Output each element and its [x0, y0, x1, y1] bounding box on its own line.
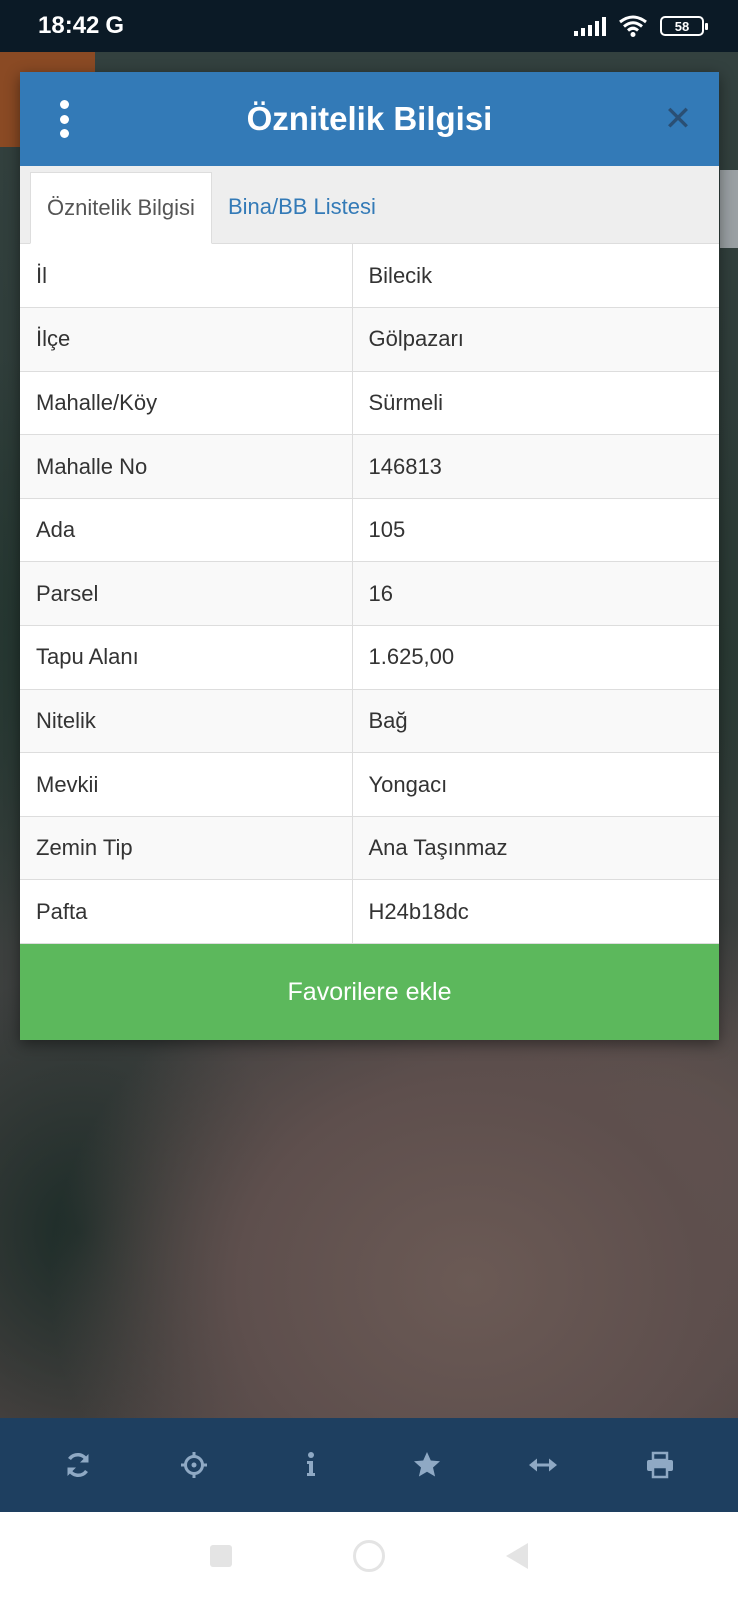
signal-icon — [574, 16, 606, 36]
row-value: Bilecik — [352, 244, 719, 309]
system-navigation-bar — [0, 1512, 738, 1600]
table-row: Mevkii Yongacı — [20, 752, 719, 817]
favorites-button[interactable] — [397, 1435, 457, 1495]
measure-icon — [529, 1458, 558, 1472]
table-row: Tapu Alanı 1.625,00 — [20, 625, 719, 690]
wifi-icon — [619, 15, 647, 37]
row-key: Zemin Tip — [20, 816, 353, 881]
row-key: Ada — [20, 498, 353, 563]
row-value: Bağ — [352, 689, 719, 754]
table-row: İl Bilecik — [20, 244, 719, 309]
row-value: 105 — [352, 498, 719, 563]
row-value: H24b18dc — [352, 879, 719, 945]
row-value: 16 — [352, 561, 719, 627]
row-value: 146813 — [352, 434, 719, 499]
refresh-button[interactable] — [48, 1435, 108, 1495]
row-key: Mahalle No — [20, 434, 353, 499]
star-icon — [414, 1452, 441, 1477]
status-time: 18:42 — [38, 12, 100, 39]
status-right: 58 — [574, 15, 708, 37]
attribute-dialog: Öznitelik Bilgisi ✕ Öznitelik Bilgisi Bi… — [20, 72, 719, 1040]
dialog-title: Öznitelik Bilgisi — [246, 100, 493, 137]
status-left: 18:42 G — [38, 12, 124, 40]
locate-button[interactable] — [164, 1435, 224, 1495]
row-key: Tapu Alanı — [20, 625, 353, 690]
row-key: Parsel — [20, 561, 353, 627]
attribute-table: İl Bilecik İlçe Gölpazarı Mahalle/Köy Sü… — [20, 244, 719, 945]
table-row: Nitelik Bağ — [20, 689, 719, 754]
row-value: Sürmeli — [352, 371, 719, 436]
back-icon[interactable] — [505, 1543, 528, 1569]
info-button[interactable] — [281, 1435, 341, 1495]
table-row: İlçe Gölpazarı — [20, 307, 719, 372]
refresh-icon — [67, 1452, 89, 1478]
info-icon — [306, 1452, 315, 1476]
home-icon[interactable] — [352, 1540, 385, 1572]
row-key: Pafta — [20, 879, 353, 945]
table-row: Zemin Tip Ana Taşınmaz — [20, 816, 719, 881]
status-bar: 18:42 G 58 — [0, 0, 738, 52]
table-row: Mahalle/Köy Sürmeli — [20, 371, 719, 436]
battery-level: 58 — [674, 18, 690, 34]
print-icon — [646, 1451, 673, 1479]
table-row: Parsel 16 — [20, 561, 719, 627]
table-row: Ada 105 — [20, 498, 719, 563]
dialog-header: Öznitelik Bilgisi ✕ — [20, 72, 719, 166]
print-button[interactable] — [630, 1435, 690, 1495]
close-icon[interactable]: ✕ — [661, 102, 695, 136]
row-value: Yongacı — [352, 752, 719, 817]
row-value: 1.625,00 — [352, 625, 719, 690]
row-key: İl — [20, 244, 353, 309]
map-edge-tab — [720, 170, 738, 248]
row-key: İlçe — [20, 307, 353, 372]
row-key: Mahalle/Köy — [20, 371, 353, 436]
tab-building-list[interactable]: Bina/BB Listesi — [212, 171, 392, 243]
row-value: Gölpazarı — [352, 307, 719, 372]
tab-attribute-info[interactable]: Öznitelik Bilgisi — [30, 172, 212, 244]
bottom-toolbar — [0, 1418, 738, 1512]
table-row: Pafta H24b18dc — [20, 879, 719, 945]
tab-bar: Öznitelik Bilgisi Bina/BB Listesi — [20, 166, 719, 244]
more-vertical-icon[interactable] — [56, 100, 72, 138]
row-key: Nitelik — [20, 689, 353, 754]
row-key: Mevkii — [20, 752, 353, 817]
table-row: Mahalle No 146813 — [20, 434, 719, 499]
crosshair-icon — [181, 1452, 208, 1478]
recent-apps-icon[interactable] — [210, 1545, 233, 1567]
battery-icon: 58 — [660, 16, 708, 36]
measure-button[interactable] — [513, 1435, 573, 1495]
carrier-g-icon: G — [105, 12, 125, 39]
add-to-favorites-button[interactable]: Favorilere ekle — [20, 944, 719, 1040]
row-value: Ana Taşınmaz — [352, 816, 719, 881]
